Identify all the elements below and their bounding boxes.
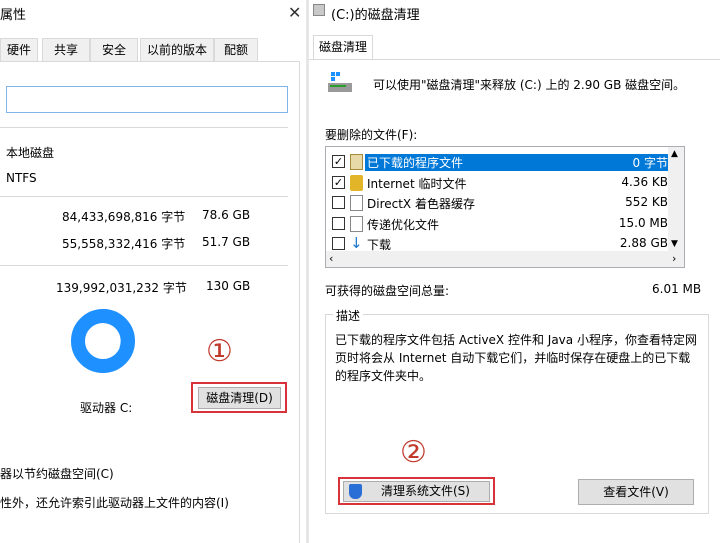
- list-item-size: 0 字节: [632, 156, 668, 170]
- divider: [0, 196, 288, 197]
- list-item-name: 传递优化文件: [367, 218, 440, 232]
- checkbox[interactable]: [332, 217, 345, 230]
- total-value: 6.01 MB: [652, 282, 702, 296]
- list-item-size: 15.0 MB: [618, 216, 668, 230]
- used-bytes: 84,433,698,816 字节: [62, 210, 186, 224]
- files-list: ✓ 已下载的程序文件 0 字节 ✓ Internet 临时文件 4.36 KB …: [325, 146, 685, 268]
- intro-text: 可以使用"磁盘清理"来释放 (C:) 上的 2.90 GB 磁盘空间。: [373, 78, 686, 92]
- file-icon: [350, 195, 363, 211]
- list-item-size: 4.36 KB: [621, 175, 668, 189]
- checkbox[interactable]: [332, 237, 345, 250]
- scroll-up-icon[interactable]: ▲: [671, 149, 678, 159]
- properties-window: 属性 ✕ 硬件 共享 安全 以前的版本 配额 本地磁盘 NTFS 84,433,…: [0, 0, 307, 543]
- shield-icon: [349, 484, 362, 499]
- divider: [0, 127, 288, 128]
- type-label: 本地磁盘: [6, 146, 55, 160]
- used-size: 78.6 GB: [202, 208, 251, 222]
- checkbox[interactable]: [332, 196, 345, 209]
- capacity-size: 130 GB: [206, 279, 251, 293]
- list-item-name: DirectX 着色器缓存: [367, 197, 475, 211]
- list-item-size: 2.88 GB: [619, 236, 668, 250]
- total-label: 可获得的磁盘空间总量:: [325, 284, 450, 298]
- list-item[interactable]: DirectX 着色器缓存 552 KB: [326, 193, 670, 213]
- tab-bar: 硬件 共享 安全 以前的版本 配额: [0, 38, 307, 62]
- drive-name-input[interactable]: [6, 86, 288, 113]
- scroll-right-icon[interactable]: ›: [672, 252, 676, 265]
- list-item[interactable]: ✓ 已下载的程序文件 0 字节: [326, 152, 670, 172]
- tab-sharing[interactable]: 共享: [42, 38, 90, 62]
- file-icon: [350, 216, 363, 232]
- compress-option[interactable]: 器以节约磁盘空间(C): [0, 465, 114, 482]
- drive-label: 驱动器 C:: [80, 401, 133, 415]
- divider: [0, 265, 288, 266]
- horizontal-scrollbar[interactable]: ‹ ›: [326, 251, 684, 267]
- free-bytes: 55,558,332,416 字节: [62, 237, 186, 251]
- tab-hardware[interactable]: 硬件: [0, 38, 38, 62]
- clean-system-files-label: 清理系统文件(S): [381, 484, 470, 498]
- app-icon: [313, 4, 325, 16]
- usage-donut-chart: [71, 309, 135, 373]
- tab-previous-versions[interactable]: 以前的版本: [140, 38, 214, 62]
- capacity-bytes: 139,992,031,232 字节: [56, 281, 187, 295]
- list-item[interactable]: ✓ Internet 临时文件 4.36 KB: [326, 173, 670, 193]
- folder-icon: [350, 154, 363, 170]
- list-item-size: 552 KB: [625, 195, 668, 209]
- view-files-button[interactable]: 查看文件(V): [578, 479, 694, 505]
- tab-quota[interactable]: 配额: [214, 38, 258, 62]
- clean-system-files-button[interactable]: 清理系统文件(S): [343, 481, 490, 502]
- filesystem-value: NTFS: [6, 171, 37, 185]
- scroll-down-icon[interactable]: ▼: [671, 239, 678, 249]
- close-icon[interactable]: ✕: [288, 3, 301, 22]
- lock-icon: [350, 175, 363, 191]
- checkbox[interactable]: ✓: [332, 155, 345, 168]
- list-item[interactable]: 传递优化文件 15.0 MB: [326, 214, 670, 234]
- vertical-scrollbar[interactable]: ▲ ▼: [668, 147, 684, 251]
- description-label: 描述: [333, 307, 364, 324]
- files-label: 要删除的文件(F):: [325, 128, 418, 142]
- checkbox[interactable]: ✓: [332, 176, 345, 189]
- window-title: 属性: [0, 8, 27, 23]
- annotation-marker-1: ①: [206, 334, 233, 369]
- annotation-marker-2: ②: [400, 435, 427, 470]
- list-item-name: 已下载的程序文件: [365, 154, 668, 171]
- tab-disk-cleanup[interactable]: 磁盘清理: [313, 35, 373, 60]
- list-item-name: Internet 临时文件: [367, 177, 467, 191]
- tab-security[interactable]: 安全: [90, 38, 138, 62]
- donut-free-segment: [102, 309, 135, 353]
- scroll-left-icon[interactable]: ‹: [329, 252, 333, 265]
- download-icon: ↓: [350, 234, 363, 252]
- description-text: 已下载的程序文件包括 ActiveX 控件和 Java 小程序，你查看特定网页时…: [335, 333, 697, 383]
- window-title: (C:)的磁盘清理: [331, 8, 420, 23]
- tab-underline: [309, 59, 720, 60]
- free-size: 51.7 GB: [202, 235, 251, 249]
- index-option[interactable]: 性外，还允许索引此驱动器上文件的内容(I): [0, 494, 229, 511]
- disk-cleanup-icon: [328, 72, 352, 92]
- disk-cleanup-button[interactable]: 磁盘清理(D): [198, 387, 281, 409]
